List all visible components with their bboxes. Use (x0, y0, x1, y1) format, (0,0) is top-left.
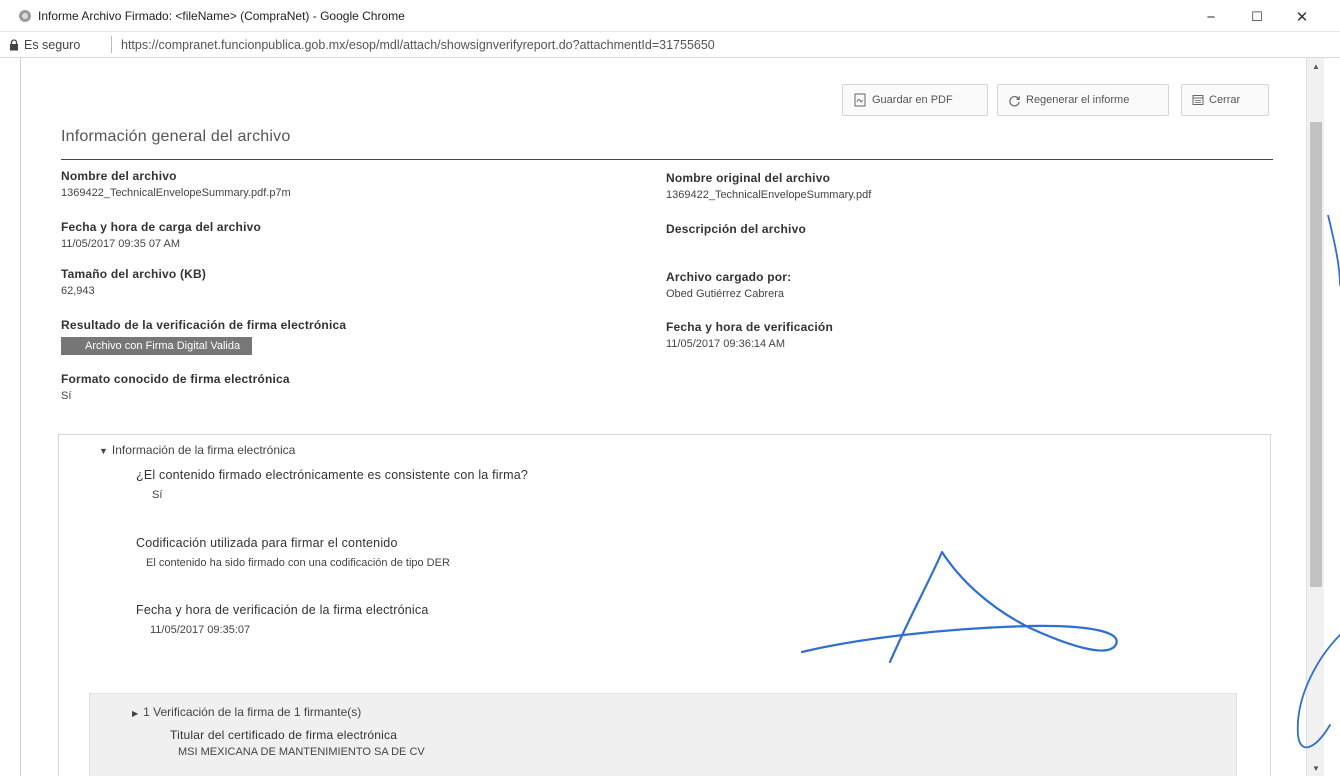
file-name-value: 1369422_TechnicalEnvelopeSummary.pdf.p7m (61, 187, 291, 199)
original-name-field: Nombre original del archivo 1369422_Tech… (666, 171, 871, 201)
upload-date-field: Fecha y hora de carga del archivo 11/05/… (61, 220, 261, 250)
signature-info-header: Información de la firma electrónica (111, 443, 296, 457)
window-titlebar: Informe Archivo Firmado: <fileName> (Com… (0, 0, 1340, 32)
url-text[interactable]: https://compranet.funcionpublica.gob.mx/… (121, 38, 715, 52)
upload-date-value: 11/05/2017 09:35 07 AM (61, 238, 181, 250)
sign-date-field: Fecha y hora de verificación de la firma… (136, 603, 428, 636)
maximize-button[interactable]: ☐ (1239, 6, 1275, 28)
file-size-field: Tamaño del archivo (KB) 62,943 (61, 267, 206, 297)
pdf-icon (854, 93, 866, 107)
encoding-label: Codificación utilizada para firmar el co… (136, 536, 398, 550)
section-divider (61, 159, 1273, 160)
vertical-scrollbar[interactable]: ▲ ▼ (1306, 58, 1324, 776)
encoding-field: Codificación utilizada para firmar el co… (136, 536, 450, 569)
close-doc-icon (1192, 95, 1204, 105)
signers-panel: ▶ 1 Verificación de la firma de 1 firmant… (89, 693, 1237, 776)
signers-header: 1 Verificación de la firma de 1 firmante… (143, 705, 362, 719)
window-title: Informe Archivo Firmado: <fileName> (Com… (38, 9, 405, 23)
regenerate-label: Regenerar el informe (1026, 94, 1130, 106)
file-name-field: Nombre del archivo 1369422_TechnicalEnve… (61, 169, 291, 199)
address-bar[interactable]: Es seguro https://compranet.funcionpubli… (0, 32, 1340, 58)
certificate-holder-label: Titular del certificado de firma electró… (170, 728, 398, 742)
description-field: Descripción del archivo (666, 222, 806, 236)
secure-label[interactable]: Es seguro (24, 38, 80, 52)
verification-result-field: Resultado de la verificación de firma el… (61, 318, 346, 355)
caret-down-icon: ▼ (99, 446, 108, 456)
file-size-label: Tamaño del archivo (KB) (61, 267, 207, 281)
known-format-label: Formato conocido de firma electrónica (61, 372, 290, 386)
original-name-label: Nombre original del archivo (666, 171, 831, 185)
certificate-holder-value: MSI MEXICANA DE MANTENIMIENTO SA DE CV (178, 746, 425, 758)
minimize-button[interactable]: − (1193, 6, 1229, 28)
close-label: Cerrar (1209, 94, 1241, 106)
close-report-button[interactable]: Cerrar (1181, 84, 1269, 116)
consistency-label: ¿El contenido firmado electrónicamente e… (136, 468, 529, 482)
save-pdf-label: Guardar en PDF (872, 94, 953, 106)
report-page: Guardar en PDF Regenerar el informe Cerr… (20, 58, 1305, 776)
scroll-thumb[interactable] (1310, 122, 1322, 587)
lock-icon (10, 39, 18, 51)
certificate-holder-field: Titular del certificado de firma electró… (170, 728, 425, 758)
known-format-value: Sí (61, 390, 72, 402)
status-badge: Archivo con Firma Digital Valida (61, 337, 253, 355)
file-name-label: Nombre del archivo (61, 169, 177, 183)
signature-info-panel: ▼ Información de la firma electrónica ¿El… (58, 434, 1271, 776)
section-title: Información general del archivo (61, 128, 291, 145)
refresh-icon (1009, 95, 1020, 106)
chrome-page-icon (19, 10, 31, 22)
verification-date-value: 11/05/2017 09:36:14 AM (666, 338, 786, 350)
uploaded-by-label: Archivo cargado por: (666, 270, 792, 284)
file-size-value: 62,943 (61, 285, 95, 297)
caret-right-icon: ▶ (132, 709, 139, 718)
consistency-value: Sí (152, 489, 163, 501)
save-pdf-button[interactable]: Guardar en PDF (842, 84, 988, 116)
signers-toggle[interactable]: ▶ 1 Verificación de la firma de 1 firmant… (132, 705, 361, 719)
regenerate-report-button[interactable]: Regenerar el informe (997, 84, 1169, 116)
description-label: Descripción del archivo (666, 222, 806, 236)
original-name-value: 1369422_TechnicalEnvelopeSummary.pdf (666, 189, 872, 201)
signature-info-toggle[interactable]: ▼ Información de la firma electrónica (99, 443, 295, 457)
scroll-down-icon[interactable]: ▼ (1307, 760, 1325, 776)
verification-result-label: Resultado de la verificación de firma el… (61, 318, 347, 332)
consistency-field: ¿El contenido firmado electrónicamente e… (136, 468, 528, 501)
scroll-up-icon[interactable]: ▲ (1307, 58, 1325, 74)
uploaded-by-field: Archivo cargado por: Obed Gutiérrez Cabr… (666, 270, 791, 300)
sign-date-value: 11/05/2017 09:35:07 (150, 624, 251, 636)
verification-date-label: Fecha y hora de verificación (666, 320, 833, 334)
encoding-value: El contenido ha sido firmado con una cod… (146, 557, 450, 569)
sign-date-label: Fecha y hora de verificación de la firma… (136, 603, 429, 617)
known-format-field: Formato conocido de firma electrónica Sí (61, 372, 290, 402)
close-button[interactable]: ✕ (1284, 6, 1320, 28)
address-divider (111, 36, 112, 53)
upload-date-label: Fecha y hora de carga del archivo (61, 220, 262, 234)
uploaded-by-value: Obed Gutiérrez Cabrera (666, 288, 784, 300)
verification-date-field: Fecha y hora de verificación 11/05/2017 … (666, 320, 833, 350)
